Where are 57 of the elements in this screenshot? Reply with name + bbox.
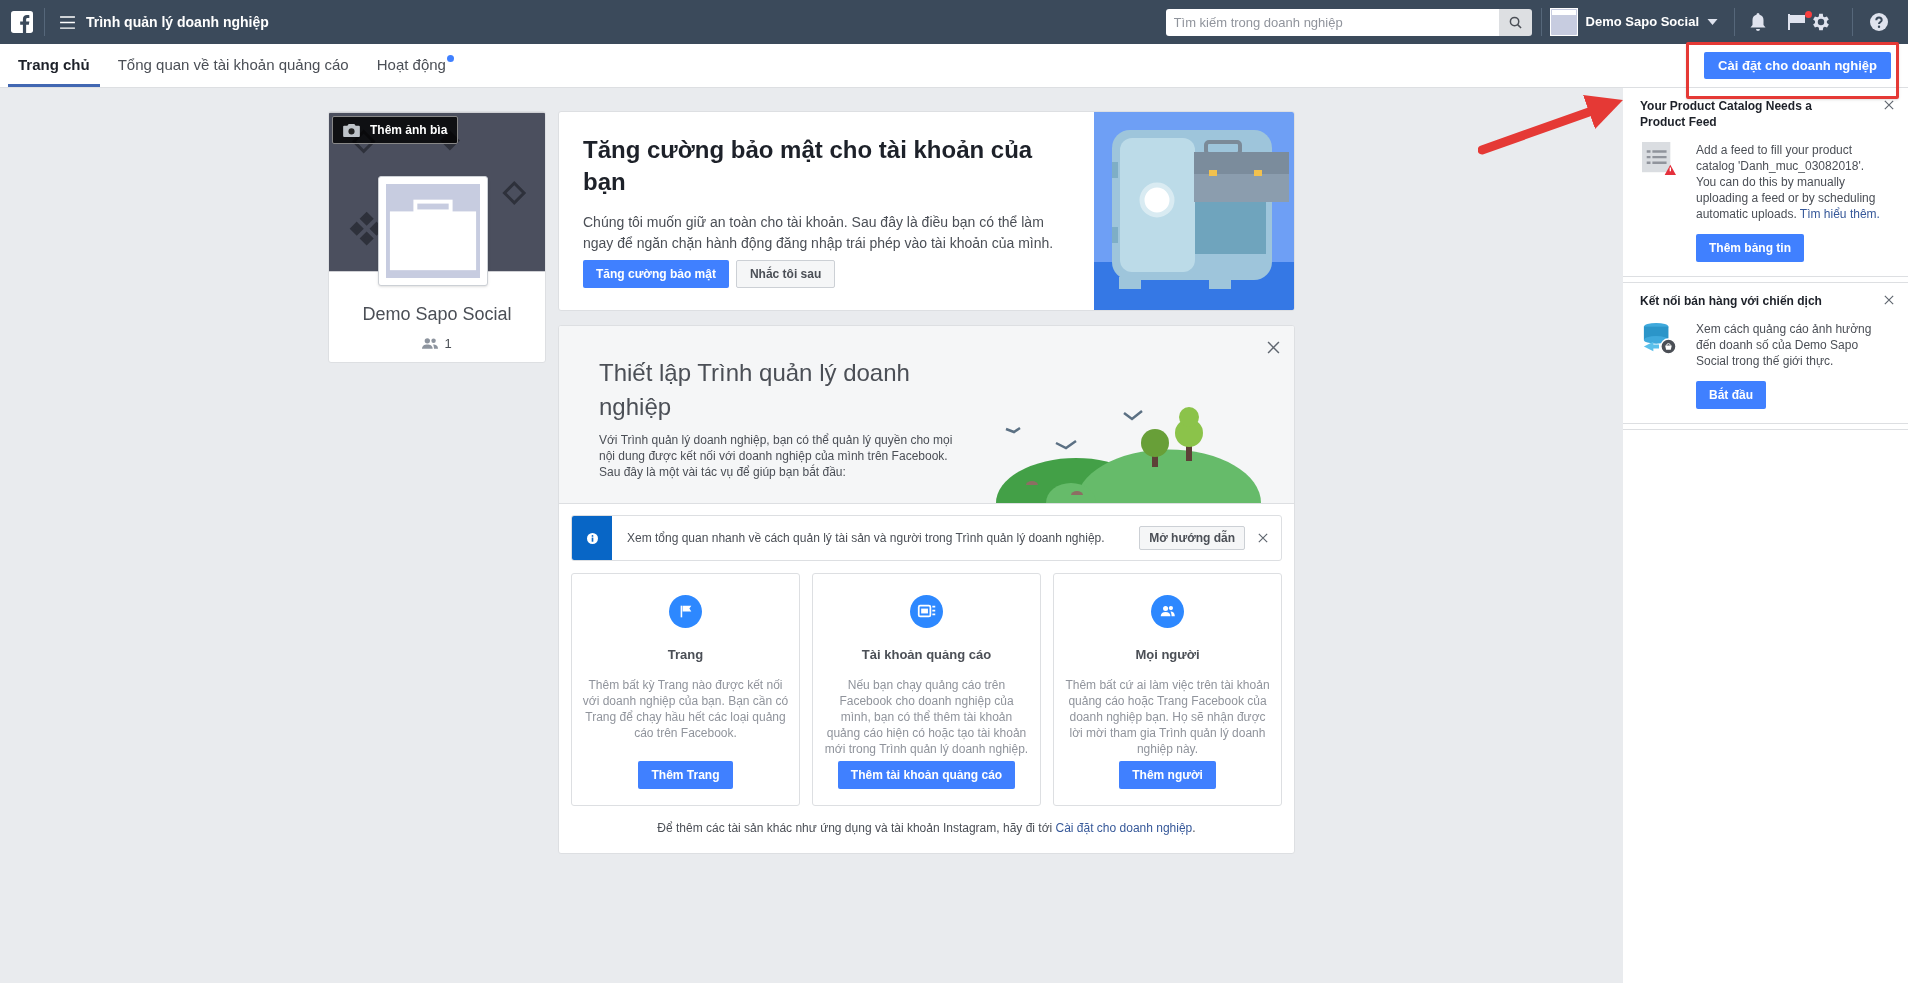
add-asset-button[interactable]: Thêm Trang	[638, 761, 733, 789]
notification-title: Your Product Catalog Needs a Product Feed	[1640, 98, 1813, 130]
app-title: Trình quản lý doanh nghiệp	[86, 12, 269, 32]
people-count: 1	[444, 335, 452, 353]
task-description: Thêm bất cứ ai làm việc trên tài khoản quảng cáo hoặc Trang Facebook của doanh nghiệp bạn. Họ sẽ nhận được lời mời tham gia Trình quản lý doanh nghiệp này.	[1064, 676, 1271, 757]
tab[interactable]: Hoạt động	[366, 44, 456, 87]
add-asset-button[interactable]: Thêm người	[1119, 761, 1216, 789]
facebook-logo-icon[interactable]	[11, 11, 33, 33]
task-title: Mọi người	[1135, 646, 1200, 664]
flag-icon	[669, 595, 702, 628]
task-title: Trang	[667, 646, 704, 664]
briefcase-icon	[386, 184, 480, 278]
task-description: Nếu bạn chạy quảng cáo trên Facebook cho doanh nghiệp của mình, bạn có thể thêm tài khoản quảng cáo hiện có hoặc tạo tài khoản mới trong Trình quản lý doanh nghiệp.	[823, 676, 1030, 757]
task-title: Tài khoản quảng cáo	[861, 646, 992, 664]
business-name: Demo Sapo Social	[362, 303, 512, 326]
task-description: Thêm bất kỳ Trang nào được kết nối với doanh nghiệp của bạn. Bạn cần có Trang để chạy hầu hết các loại quảng cáo trên Facebook.	[582, 676, 789, 741]
close-icon[interactable]	[1267, 341, 1280, 354]
strengthen-security-button[interactable]: Tăng cường bảo mật	[583, 260, 729, 288]
people-icon	[422, 338, 439, 350]
notifications-icon[interactable]	[1750, 13, 1766, 31]
ad-account-icon	[910, 595, 943, 628]
business-settings-button[interactable]: Cài đặt cho doanh nghiệp	[1704, 52, 1891, 79]
search-button[interactable]	[1498, 8, 1532, 36]
remind-later-button[interactable]: Nhắc tôi sau	[735, 260, 836, 288]
add-cover-photo-button[interactable]: Thêm ảnh bìa	[332, 116, 459, 144]
catalog-warning-icon	[1640, 142, 1678, 176]
security-title: Tăng cường bảo mật cho tài khoản của bạn	[583, 135, 1034, 197]
tab[interactable]: Trang chủ	[8, 44, 100, 87]
caret-icon	[1707, 19, 1718, 25]
close-icon[interactable]	[1884, 100, 1894, 110]
setup-description: Với Trình quản lý doanh nghiệp, bạn có thể quản lý quyền cho mọi nội dung được kết nối với doanh nghiệp của mình trên Facebook. Sau đây là một vài tác vụ để giúp bạn bắt đầu:	[599, 432, 954, 480]
account-switcher[interactable]: Demo Sapo Social	[1549, 8, 1718, 36]
notification-action-button[interactable]: Thêm bảng tin	[1696, 234, 1804, 262]
notification-text: Xem cách quảng cáo ảnh hưởng đến doanh số của Demo Sapo Social trong thế giới thực.	[1696, 321, 1873, 369]
search-icon	[1508, 15, 1522, 29]
close-icon[interactable]	[1884, 295, 1894, 305]
notification-action-button[interactable]: Bắt đầu	[1696, 381, 1766, 409]
add-asset-button[interactable]: Thêm tài khoản quảng cáo	[837, 761, 1016, 789]
menu-icon[interactable]	[60, 15, 75, 29]
learn-more-link[interactable]: Tìm hiểu thêm.	[1799, 207, 1880, 221]
tab[interactable]: Tổng quan về tài khoản quảng cáo	[107, 44, 359, 87]
camera-icon	[343, 123, 360, 137]
security-description: Chúng tôi muốn giữ an toàn cho tài khoản. Sau đây là điều bạn có thể làm ngay để ngăn chặn hành động đăng nhập trái phép vào tài khoản của mình.	[583, 213, 1055, 253]
open-guide-button[interactable]: Mở hướng dẫn	[1139, 526, 1245, 550]
info-text: Xem tổng quan nhanh về cách quản lý tài sản và người trong Trình quản lý doanh nghiệp.	[627, 530, 1106, 547]
info-icon	[586, 532, 598, 544]
setup-title: Thiết lập Trình quản lý doanh nghiệp	[599, 358, 911, 422]
notification-title: Kết nối bán hàng với chiến dịch	[1640, 293, 1823, 309]
business-avatar-icon	[1549, 8, 1578, 36]
footer-note: Để thêm các tài sản khác như ứng dụng và tài khoản Instagram, hãy đi tới Cài đặt cho doanh nghiệp.	[656, 820, 1197, 837]
close-icon[interactable]	[1258, 533, 1268, 543]
help-icon[interactable]	[1870, 13, 1888, 31]
people-icon	[1151, 595, 1184, 628]
search-field[interactable]: Tìm kiếm trong doanh nghiệp	[1165, 8, 1499, 36]
settings-icon[interactable]	[1810, 11, 1832, 33]
flag-icon[interactable]	[1788, 14, 1808, 30]
notification-text: Add a feed to fill your product catalog 'Danh_muc_03082018'. You can do this by manually uploading a feed or by scheduling automatic uploads. Tìm hiểu thêm.	[1696, 142, 1881, 222]
